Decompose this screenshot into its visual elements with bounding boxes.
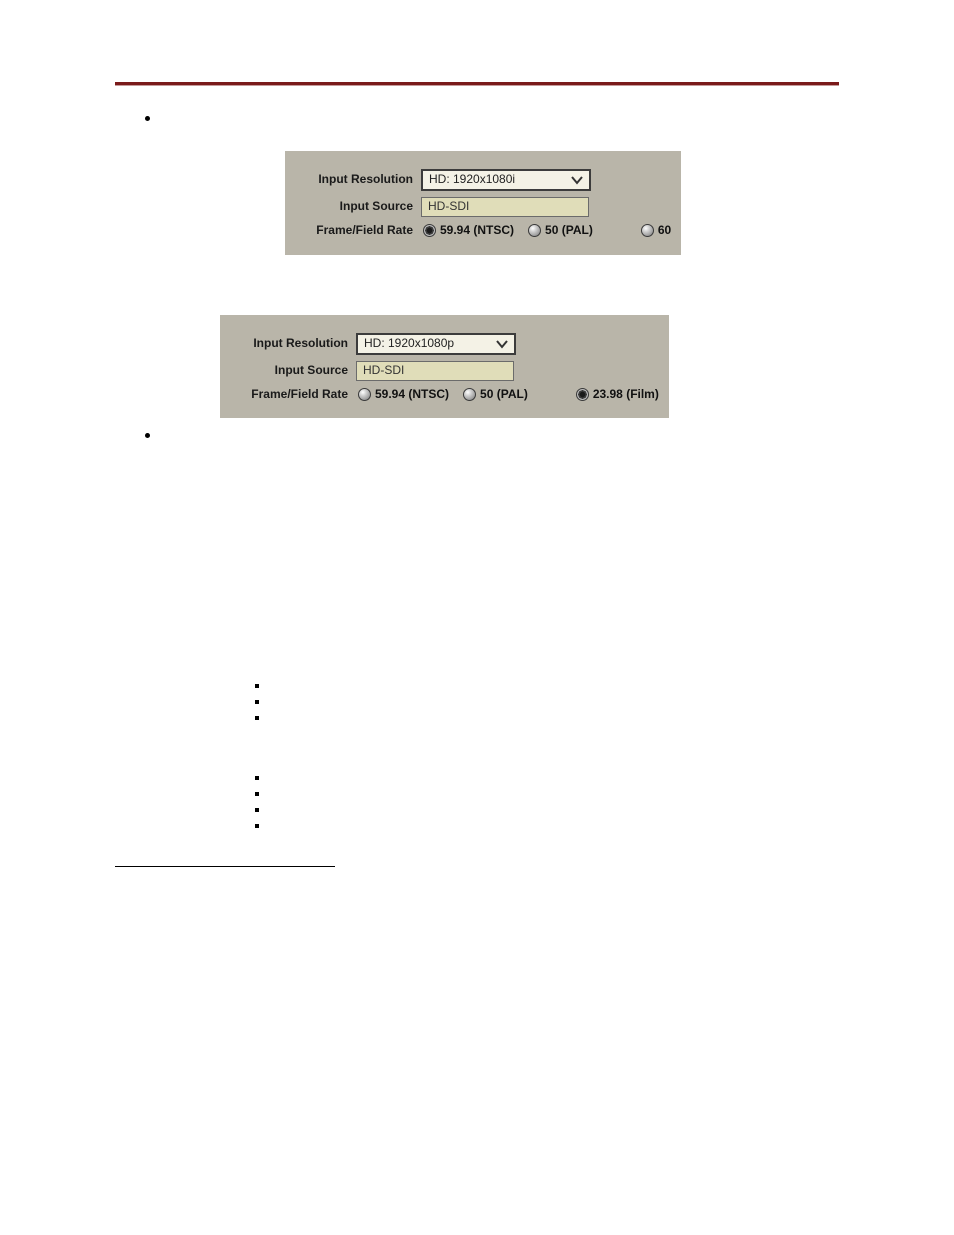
panel-area-1: Input Resolution HD: 1920x1080i Input So… <box>285 151 839 255</box>
settings-panel-2: Input Resolution HD: 1920x1080p Input So… <box>220 315 669 419</box>
label-frame-rate: Frame/Field Rate <box>230 387 348 403</box>
radio-label: 59.94 (NTSC) <box>375 387 449 403</box>
input-resolution-value: HD: 1920x1080p <box>364 336 454 352</box>
sub-list-2 <box>255 770 839 828</box>
input-resolution-dropdown[interactable]: HD: 1920x1080i <box>421 169 591 191</box>
label-input-source: Input Source <box>230 363 348 379</box>
square-bullet-icon <box>255 700 259 704</box>
sub-list-1 <box>255 678 839 720</box>
square-bullet-icon <box>255 684 259 688</box>
row-input-source-1: Input Source HD-SDI <box>295 197 671 217</box>
footnote-rule <box>115 866 335 867</box>
square-bullet-icon <box>255 792 259 796</box>
radio-60-1[interactable]: 60 <box>641 223 671 239</box>
row-input-source-2: Input Source HD-SDI <box>230 361 659 381</box>
bullet-dot-icon <box>145 433 150 438</box>
radio-label: 50 (PAL) <box>545 223 593 239</box>
row-input-resolution-1: Input Resolution HD: 1920x1080i <box>295 169 671 191</box>
bullet-item-1 <box>145 111 839 121</box>
square-bullet-icon <box>255 716 259 720</box>
sub-list-item <box>255 818 839 828</box>
row-input-resolution-2: Input Resolution HD: 1920x1080p <box>230 333 659 355</box>
sub-list-item <box>255 710 839 720</box>
sub-list-item <box>255 678 839 688</box>
radio-button-icon <box>576 388 589 401</box>
radio-ntsc-2[interactable]: 59.94 (NTSC) <box>358 387 449 403</box>
panel-area-2: Input Resolution HD: 1920x1080p Input So… <box>220 315 839 419</box>
header-rule <box>115 82 839 86</box>
row-frame-rate-2: Frame/Field Rate 59.94 (NTSC) 50 (PAL) <box>230 387 659 403</box>
radio-pal-2[interactable]: 50 (PAL) <box>463 387 528 403</box>
radio-label: 23.98 (Film) <box>593 387 659 403</box>
bullet-item-2 <box>145 428 839 438</box>
radio-button-icon <box>641 224 654 237</box>
sub-list-item <box>255 802 839 812</box>
label-input-resolution: Input Resolution <box>295 172 413 188</box>
radio-button-icon <box>528 224 541 237</box>
radio-button-icon <box>358 388 371 401</box>
page: Input Resolution HD: 1920x1080i Input So… <box>0 0 954 1235</box>
square-bullet-icon <box>255 776 259 780</box>
label-input-source: Input Source <box>295 199 413 215</box>
sub-list-item <box>255 694 839 704</box>
radio-film-2[interactable]: 23.98 (Film) <box>576 387 659 403</box>
input-resolution-value: HD: 1920x1080i <box>429 172 515 188</box>
label-input-resolution: Input Resolution <box>230 336 348 352</box>
input-resolution-dropdown[interactable]: HD: 1920x1080p <box>356 333 516 355</box>
radio-label: 59.94 (NTSC) <box>440 223 514 239</box>
chevron-down-icon <box>569 173 585 187</box>
frame-rate-radio-group-1: 59.94 (NTSC) 50 (PAL) 60 <box>423 223 671 239</box>
settings-panel-1: Input Resolution HD: 1920x1080i Input So… <box>285 151 681 255</box>
radio-button-icon <box>463 388 476 401</box>
radio-label: 60 <box>658 223 671 239</box>
body-content: Input Resolution HD: 1920x1080i Input So… <box>115 111 839 867</box>
frame-rate-radio-group-2: 59.94 (NTSC) 50 (PAL) 23.98 (Film) <box>358 387 659 403</box>
bullet-dot-icon <box>145 116 150 121</box>
square-bullet-icon <box>255 808 259 812</box>
radio-button-icon <box>423 224 436 237</box>
input-source-field: HD-SDI <box>421 197 589 217</box>
square-bullet-icon <box>255 824 259 828</box>
radio-label: 50 (PAL) <box>480 387 528 403</box>
radio-ntsc-1[interactable]: 59.94 (NTSC) <box>423 223 514 239</box>
sub-list-item <box>255 786 839 796</box>
label-frame-rate: Frame/Field Rate <box>295 223 413 239</box>
radio-pal-1[interactable]: 50 (PAL) <box>528 223 593 239</box>
chevron-down-icon <box>494 337 510 351</box>
row-frame-rate-1: Frame/Field Rate 59.94 (NTSC) 50 (PAL) <box>295 223 671 239</box>
sub-list-item <box>255 770 839 780</box>
input-source-field: HD-SDI <box>356 361 514 381</box>
